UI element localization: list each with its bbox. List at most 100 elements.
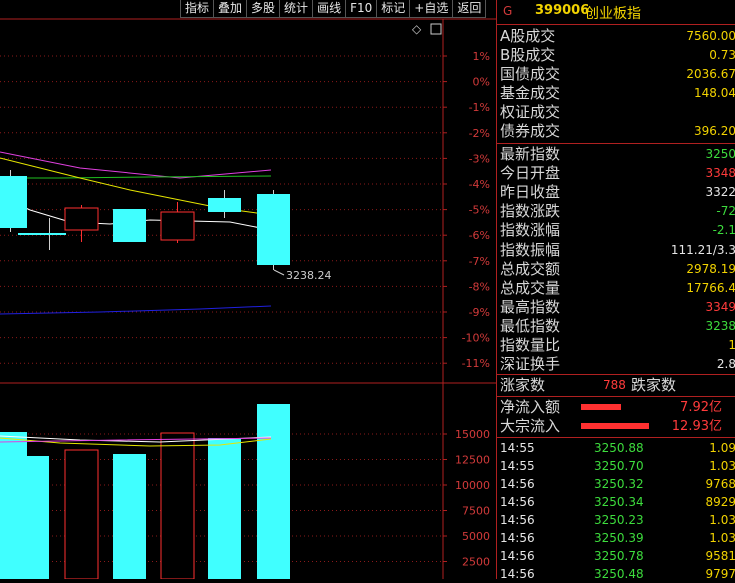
- panel-separator: [497, 24, 735, 25]
- turnover-label: 债券成交: [500, 122, 561, 140]
- tick-time: 14:55: [500, 441, 535, 455]
- price-pct-label: 1%: [473, 50, 490, 63]
- turnover-row: 权证成交: [497, 103, 735, 122]
- price-pct-label: -1%: [469, 101, 490, 114]
- flow-row: 净流入额 7.92亿: [497, 398, 735, 417]
- tick-time: 14:55: [500, 459, 535, 473]
- turnover-row: A股成交 7560.00: [497, 27, 735, 46]
- candle-body: [257, 194, 290, 265]
- toolbar-button[interactable]: 叠加: [214, 0, 248, 18]
- tick-time: 14:56: [500, 531, 535, 545]
- price-pct-label: -5%: [469, 204, 490, 217]
- turnover-value: 0.73: [709, 48, 735, 62]
- stat-label: 指数量比: [500, 336, 561, 354]
- stat-label: 最高指数: [500, 297, 561, 316]
- tick-row: 14:56 3250.78 9581: [497, 547, 735, 565]
- ma-line-blue: [0, 305, 272, 315]
- stat-row: 指数量比 1: [497, 336, 735, 355]
- stat-label: 指数振幅: [500, 240, 561, 259]
- turnover-value: 2036.67: [686, 67, 735, 81]
- panel-separator: [497, 437, 735, 438]
- tick-price: 3250.48: [594, 567, 644, 581]
- index-code: 399006: [535, 3, 590, 18]
- price-pct-label: -7%: [469, 255, 490, 268]
- toolbar-button[interactable]: F10: [346, 0, 378, 18]
- ma-line-purple: [0, 151, 272, 179]
- volume-bar: [208, 438, 241, 579]
- tick-volume: 9797: [705, 567, 735, 581]
- turnover-row: 基金成交 148.04: [497, 84, 735, 103]
- stat-label: 总成交额: [500, 259, 561, 278]
- flow-value: 12.93亿: [671, 419, 722, 434]
- low-price-label: 3238.24: [286, 269, 332, 282]
- chart-toolbar: 指标 叠加 多股 统计 画线 F10 标记 +自选 返回: [180, 0, 487, 18]
- up-count-label: 涨家数: [500, 376, 546, 394]
- stat-label: 总成交量: [500, 278, 561, 297]
- flow-label: 大宗流入: [500, 417, 561, 435]
- volume-label: 7500: [462, 505, 490, 518]
- toolbar-button[interactable]: 指标: [180, 0, 215, 18]
- candle-body: [208, 198, 241, 212]
- panel-header: G 399006 创业板指: [497, 0, 735, 24]
- toolbar-button[interactable]: +自选: [410, 0, 454, 18]
- price-pct-label: -11%: [462, 357, 490, 370]
- tick-time: 14:56: [500, 549, 535, 563]
- tick-price: 3250.78: [594, 549, 644, 563]
- tick-row: 14:56 3250.34 8929: [497, 493, 735, 511]
- tick-volume: 9768: [705, 477, 735, 491]
- turnover-label: A股成交: [500, 27, 556, 45]
- tick-price: 3250.32: [594, 477, 644, 491]
- ma-line-green: [0, 175, 272, 179]
- volume-label: 5000: [462, 530, 490, 543]
- volume-bar: [160, 432, 195, 579]
- stat-row: 最高指数 3349: [497, 298, 735, 317]
- stat-value: 1: [728, 338, 735, 352]
- stat-value: 2.8: [716, 357, 735, 372]
- toolbar-button[interactable]: 画线: [313, 0, 347, 18]
- turnover-label: 权证成交: [500, 103, 561, 121]
- stat-value: 3250: [705, 147, 735, 161]
- toolbar-button[interactable]: 标记: [377, 0, 411, 18]
- turnover-label: 国债成交: [500, 65, 561, 83]
- low-pointer: [273, 269, 285, 276]
- volume-label: 12500: [455, 454, 490, 467]
- tick-time: 14:56: [500, 513, 535, 527]
- candle-body: [64, 207, 99, 231]
- toolbar-button[interactable]: 多股: [247, 0, 281, 18]
- price-pct-label: -8%: [469, 280, 490, 293]
- price-pct-label: -9%: [469, 306, 490, 319]
- volume-label: 15000: [455, 428, 490, 441]
- tick-volume: 8929: [705, 495, 735, 509]
- toolbar-button[interactable]: 返回: [453, 0, 487, 18]
- stat-label: 最低指数: [500, 316, 561, 335]
- tick-price: 3250.88: [594, 441, 644, 455]
- candlestick-chart[interactable]: 1% 0% -1% -2% -3% -4% -5% -6% -7% -8% -9% -10% -11% ◇…: [0, 0, 496, 579]
- stat-value: 2978.19: [686, 261, 735, 276]
- tick-row: 14:56 3250.48 9797: [497, 565, 735, 583]
- volume-label: 10000: [455, 479, 490, 492]
- up-count-value: 788: [603, 378, 626, 392]
- stat-label: 指数涨幅: [500, 221, 561, 240]
- stat-value: 17766.4: [686, 280, 735, 295]
- tick-price: 3250.70: [594, 459, 644, 473]
- tick-volume: 9581: [705, 549, 735, 563]
- stat-label: 指数涨跌: [500, 202, 561, 221]
- stat-row: 指数振幅 111.21/3.3: [497, 241, 735, 260]
- stat-row: 最低指数 3238: [497, 317, 735, 336]
- price-pct-label: -6%: [469, 229, 490, 242]
- volume-bar: [113, 454, 146, 579]
- flow-label: 净流入额: [500, 398, 561, 416]
- turnover-row: B股成交 0.73: [497, 46, 735, 65]
- stat-value: 111.21/3.3: [670, 242, 735, 257]
- volume-bar: [64, 449, 99, 579]
- price-pct-label: -4%: [469, 178, 490, 191]
- tick-row: 14:56 3250.32 9768: [497, 475, 735, 493]
- turnover-row: 债券成交 396.20: [497, 122, 735, 141]
- stat-row: 今日开盘 3348: [497, 164, 735, 183]
- down-count-label: 跌家数: [631, 376, 677, 394]
- stat-row: 昨日收盘 3322: [497, 183, 735, 202]
- toolbar-button[interactable]: 统计: [280, 0, 314, 18]
- panel-separator: [497, 396, 735, 397]
- stat-value: 3349: [705, 299, 735, 314]
- stat-value: 3322: [705, 185, 735, 200]
